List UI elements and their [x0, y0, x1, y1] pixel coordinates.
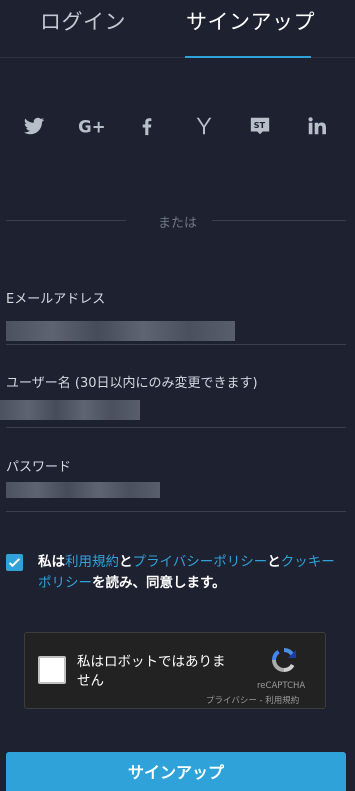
password-label: パスワード [6, 460, 72, 475]
username-input[interactable] [0, 400, 140, 420]
recaptcha-widget: 私はロボットではありません reCAPTCHA プライバシー - 利用規約 [24, 632, 326, 709]
svg-text:G+: G+ [78, 117, 104, 136]
active-tab-indicator [185, 56, 311, 58]
yahoo-icon[interactable] [192, 114, 216, 138]
linkedin-icon[interactable] [305, 114, 329, 138]
check-icon [8, 558, 21, 568]
recaptcha-logo-icon [272, 648, 296, 672]
svg-text:ST: ST [254, 120, 266, 130]
tab-login[interactable]: ログイン [40, 6, 126, 36]
agree-prefix: 私は [38, 554, 65, 570]
username-underline [6, 427, 346, 428]
or-divider: または [0, 212, 355, 231]
password-underline [6, 511, 346, 512]
auth-tabs: ログイン サインアップ [0, 0, 355, 58]
password-field[interactable]: パスワード [6, 456, 346, 514]
divider-text: または [157, 216, 197, 231]
email-input[interactable] [6, 321, 235, 341]
username-label: ユーザー名 (30日以内にのみ変更できます) [6, 376, 258, 391]
recaptcha-checkbox[interactable] [38, 656, 66, 684]
divider-line-right [212, 220, 346, 221]
email-label: Eメールアドレス [6, 292, 106, 307]
recaptcha-brand: reCAPTCHA [257, 681, 306, 691]
social-login-bar: G+ ST [0, 114, 355, 142]
signup-button[interactable]: サインアップ [6, 752, 346, 791]
password-input[interactable] [6, 482, 160, 498]
terms-link[interactable]: 利用規約 [65, 554, 119, 570]
recaptcha-terms-link[interactable]: プライバシー - 利用規約 [206, 694, 299, 706]
agree-and-1: と [119, 554, 133, 570]
username-field[interactable]: ユーザー名 (30日以内にのみ変更できます) [0, 372, 346, 430]
facebook-icon[interactable] [135, 114, 159, 138]
privacy-policy-link[interactable]: プライバシーポリシー [133, 554, 268, 570]
email-field[interactable]: Eメールアドレス [6, 288, 346, 346]
agree-and-2: と [267, 554, 281, 570]
recaptcha-label: 私はロボットではありません [77, 654, 226, 689]
google-plus-icon[interactable]: G+ [78, 114, 104, 138]
agree-suffix: を読み、同意します。 [92, 575, 226, 591]
twitter-icon[interactable] [22, 114, 46, 138]
tab-signup[interactable]: サインアップ [186, 6, 315, 36]
stack-icon[interactable]: ST [248, 114, 272, 138]
agree-text: 私は利用規約とプライバシーポリシーとクッキーポリシーを読み、同意します。 [38, 552, 348, 594]
email-underline [6, 344, 346, 345]
agree-checkbox[interactable] [6, 554, 23, 571]
